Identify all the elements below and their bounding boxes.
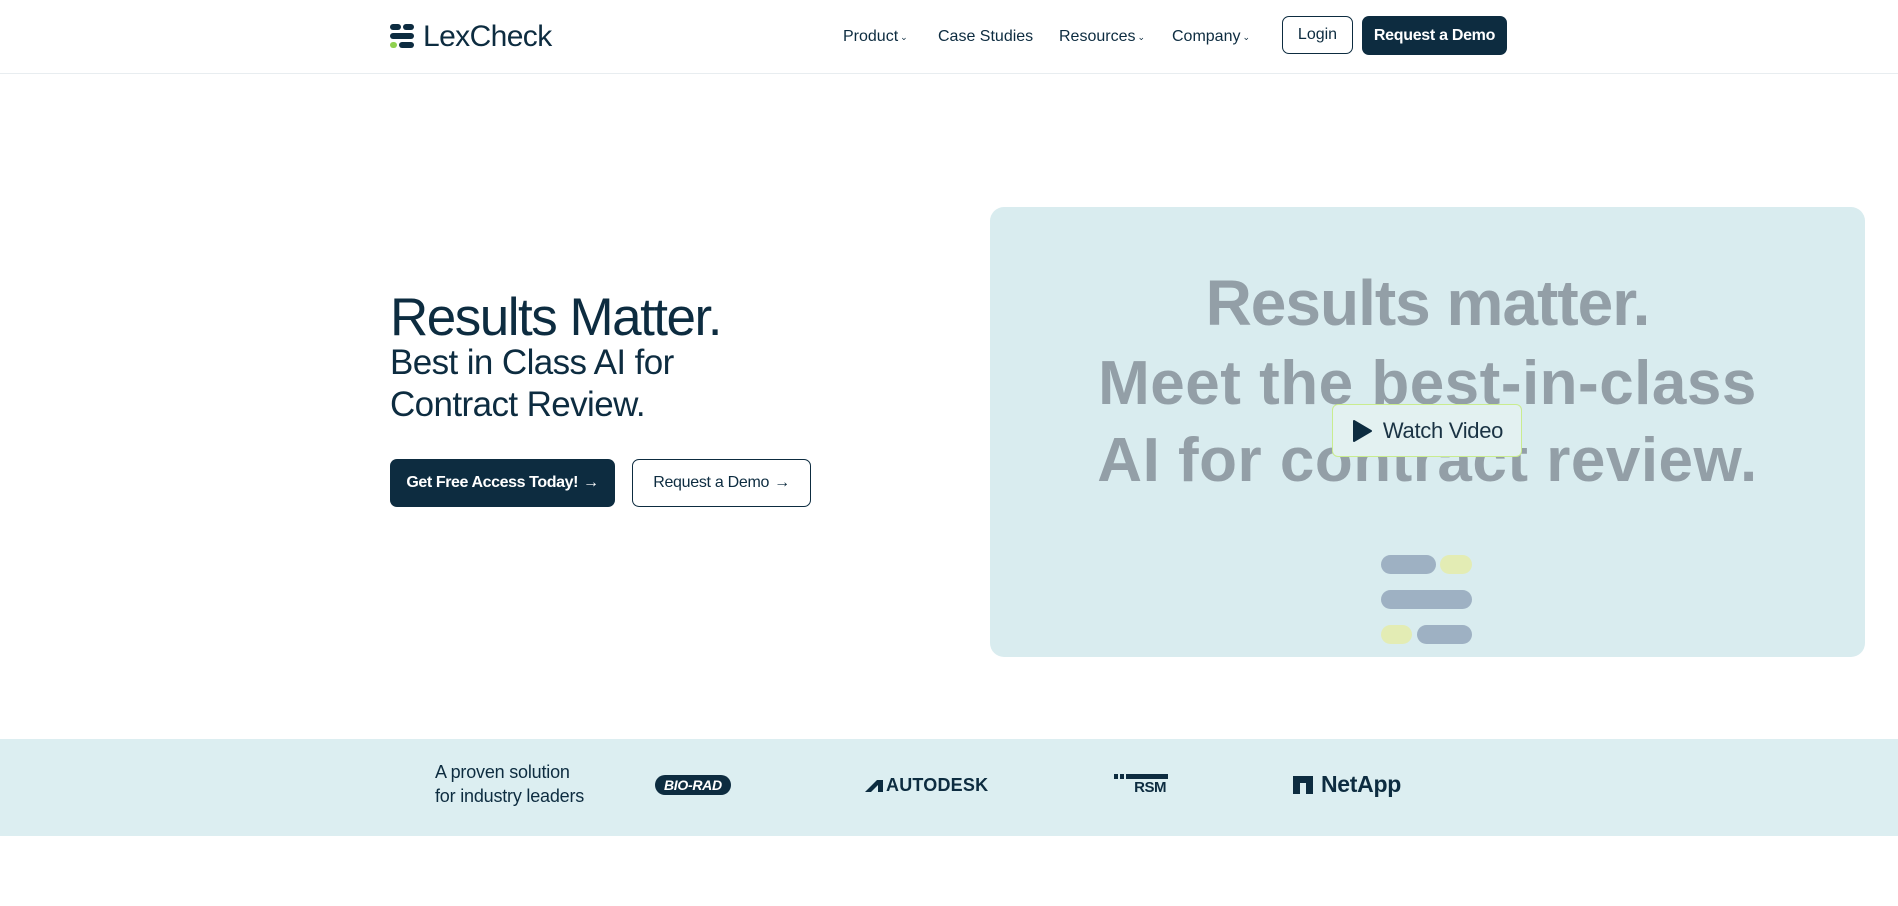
watch-video-button[interactable]: Watch Video xyxy=(1332,404,1522,457)
autodesk-logo-text: AUTODESK xyxy=(886,775,989,795)
nav-company[interactable]: Company ⌄ xyxy=(1172,0,1250,73)
request-demo-hero-label: Request a Demo xyxy=(653,474,770,491)
autodesk-mark-icon xyxy=(865,779,883,792)
video-headline: Results matter. xyxy=(1205,267,1651,339)
nav-resources-label: Resources xyxy=(1059,27,1136,45)
rsm-logo: RSM xyxy=(1114,774,1168,796)
social-proof-strip: A proven solution for industry leaders B… xyxy=(0,739,1898,836)
nav-resources[interactable]: Resources ⌄ xyxy=(1059,0,1145,73)
get-free-access-label: Get Free Access Today! xyxy=(406,474,579,491)
proof-text-line-2: for industry leaders xyxy=(435,786,585,806)
netapp-mark-icon xyxy=(1293,775,1313,794)
hero-title: Results Matter. xyxy=(390,288,722,347)
bio-rad-logo: BIO-RAD xyxy=(655,775,731,795)
proof-text: A proven solution for industry leaders xyxy=(435,760,605,808)
brand-logo[interactable]: LexCheck xyxy=(390,20,552,54)
autodesk-logo: AUTODESK xyxy=(864,775,988,796)
play-icon xyxy=(1352,419,1372,442)
site-header: LexCheck Product ⌄ Case Studies Resources… xyxy=(0,0,1898,74)
chevron-down-icon: ⌄ xyxy=(900,32,908,42)
get-free-access-button[interactable]: Get Free Access Today! → xyxy=(390,459,615,507)
nav-case-studies-label: Case Studies xyxy=(938,27,1034,45)
bio-rad-logo-text: BIO-RAD xyxy=(655,775,731,795)
request-demo-header-button[interactable]: Request a Demo xyxy=(1362,16,1507,55)
nav-company-label: Company xyxy=(1172,27,1241,45)
arrow-right-icon: → xyxy=(583,474,599,491)
request-demo-hero-button[interactable]: Request a Demo → xyxy=(632,459,811,507)
proof-text-line-1: A proven solution xyxy=(435,762,570,782)
arrow-right-icon: → xyxy=(774,474,790,491)
brand-name: LexCheck xyxy=(423,20,552,53)
video-card[interactable]: Results matter. Meet the best-in-class A… xyxy=(990,207,1865,657)
netapp-logo-text: NetApp xyxy=(1321,771,1401,797)
nav-case-studies[interactable]: Case Studies xyxy=(938,0,1033,73)
chevron-down-icon: ⌄ xyxy=(1137,32,1146,42)
watch-video-label: Watch Video xyxy=(1382,417,1504,443)
netapp-logo: NetApp xyxy=(1293,771,1401,798)
rsm-logo-text: RSM xyxy=(1134,779,1166,796)
hero-subtitle: Best in Class AI for Contract Review. xyxy=(390,343,674,424)
lexcheck-logo-icon xyxy=(390,22,416,52)
login-button[interactable]: Login xyxy=(1282,16,1353,54)
nav-product-label: Product xyxy=(843,27,899,45)
chevron-down-icon: ⌄ xyxy=(1242,32,1251,42)
nav-product[interactable]: Product ⌄ xyxy=(843,0,908,73)
